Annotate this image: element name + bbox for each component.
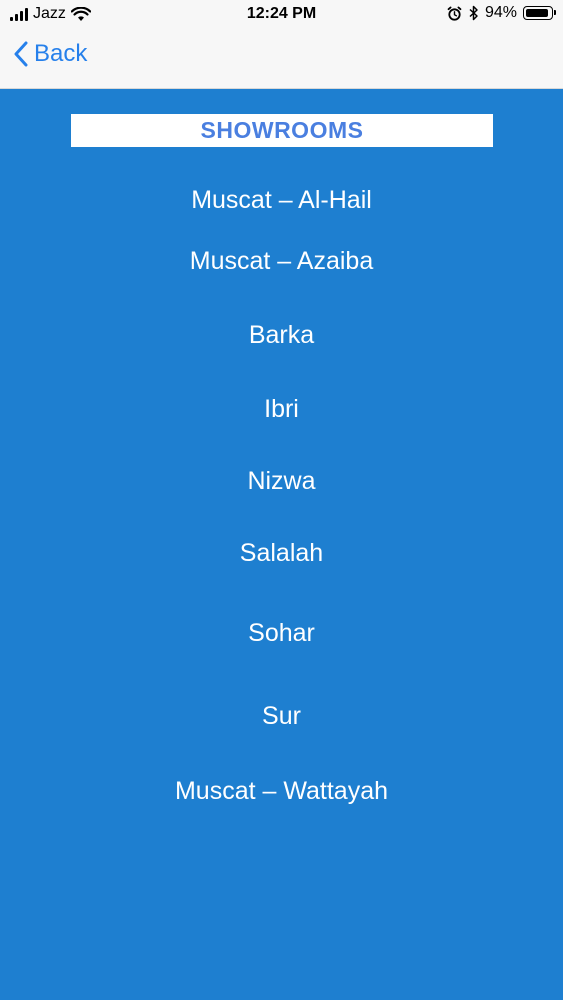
showroom-item-nizwa[interactable]: Nizwa [0,467,563,496]
showroom-item-muscat-al-hail[interactable]: Muscat – Al-Hail [0,186,563,215]
showroom-item-sur[interactable]: Sur [0,702,563,731]
showrooms-header: SHOWROOMS [71,114,493,147]
page-title: SHOWROOMS [200,117,364,143]
showroom-item-salalah[interactable]: Salalah [0,539,563,568]
showroom-item-barka[interactable]: Barka [0,321,563,350]
top-bar: Jazz 12:24 PM 94% Back [0,0,563,89]
status-bar: Jazz 12:24 PM 94% [0,0,563,30]
battery-percent: 94% [484,4,517,21]
status-right: 94% [447,4,556,22]
battery-level-fill [525,8,549,17]
navigation-bar: Back [0,36,563,80]
showroom-item-sohar[interactable]: Sohar [0,619,563,648]
back-label: Back [34,40,88,67]
chevron-left-icon [14,41,28,67]
bluetooth-icon [469,5,478,21]
showroom-item-muscat-azaiba[interactable]: Muscat – Azaiba [0,247,563,276]
battery-icon [523,6,556,20]
showroom-item-muscat-wattayah[interactable]: Muscat – Wattayah [0,777,563,806]
showroom-item-ibri[interactable]: Ibri [0,395,563,424]
alarm-clock-icon [447,6,462,21]
back-button[interactable]: Back [14,40,87,68]
